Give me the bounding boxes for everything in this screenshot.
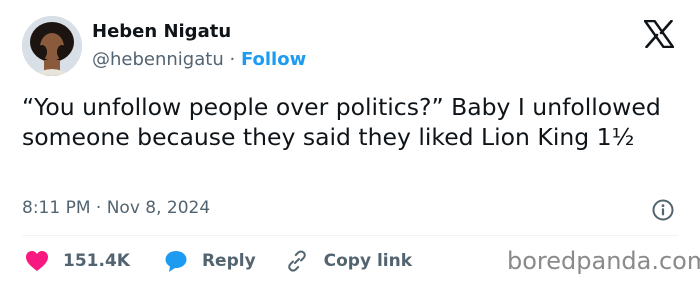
heart-icon <box>26 251 48 271</box>
like-button[interactable]: 151.4K <box>25 250 130 272</box>
x-logo-icon[interactable] <box>643 19 675 49</box>
author-handle[interactable]: @hebennigatu <box>92 49 224 70</box>
author-name[interactable]: Heben Nigatu <box>92 21 231 42</box>
link-icon <box>287 250 306 272</box>
tweet-timestamp[interactable]: 8:11 PM · Nov 8, 2024 <box>22 198 210 218</box>
avatar-photo <box>22 16 82 76</box>
tweet-text: “You unfollow people over politics?” Bab… <box>22 93 661 151</box>
watermark: boredpanda.com <box>507 247 700 275</box>
copy-link-label: Copy link <box>323 251 413 271</box>
handle-separator: · <box>229 49 236 70</box>
avatar[interactable] <box>22 16 82 76</box>
reply-label: Reply <box>201 251 256 271</box>
info-icon[interactable] <box>651 198 675 222</box>
divider <box>22 235 678 236</box>
reply-button[interactable]: Reply <box>164 249 256 273</box>
follow-button[interactable]: Follow <box>241 49 306 70</box>
tweet-actions: 151.4K Reply Copy link <box>25 246 412 276</box>
copy-link-button[interactable]: Copy link <box>284 248 412 274</box>
author-handle-row: @hebennigatu · Follow <box>92 49 306 70</box>
speech-bubble-icon <box>165 251 187 272</box>
like-count: 151.4K <box>63 251 130 271</box>
